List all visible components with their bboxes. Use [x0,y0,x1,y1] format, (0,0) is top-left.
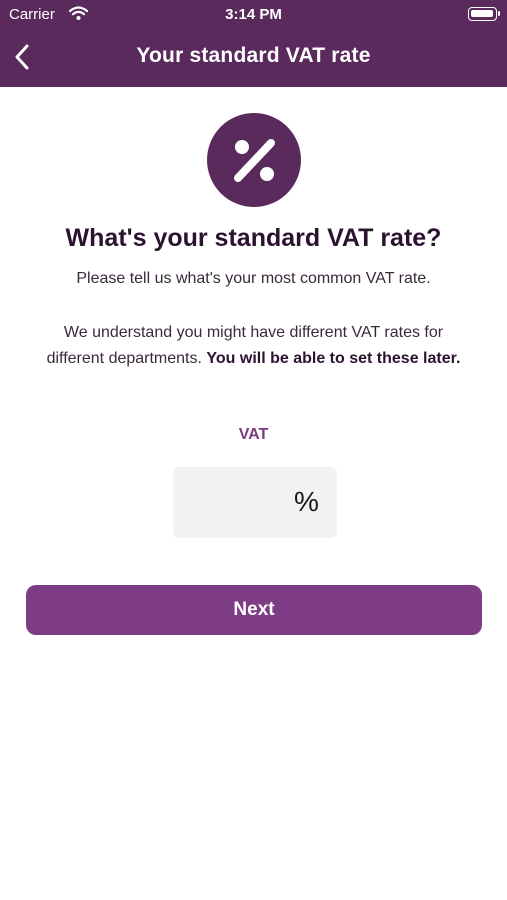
page-title: Your standard VAT rate [136,44,371,67]
chevron-left-icon [15,44,29,70]
battery-icon [468,7,500,21]
app-header: Carrier 3:14 PM Your standard VAT rate [0,0,507,87]
explanation-text: We understand you might have different V… [38,320,469,372]
explanation-bold: You will be able to set these later. [206,350,461,367]
back-button[interactable] [6,40,38,74]
percent-icon [234,139,275,182]
vat-rate-field[interactable]: % [173,467,337,538]
vat-rate-input[interactable] [183,485,291,519]
vat-label: VAT [238,426,269,443]
subtitle-text: Please tell us what's your most common V… [76,270,431,287]
next-button[interactable]: Next [26,585,482,635]
status-time: 3:14 PM [225,6,282,23]
percent-suffix: % [294,486,319,517]
status-bar: Carrier 3:14 PM [0,0,507,30]
percent-badge [207,113,301,207]
question-heading: What's your standard VAT rate? [65,224,442,252]
